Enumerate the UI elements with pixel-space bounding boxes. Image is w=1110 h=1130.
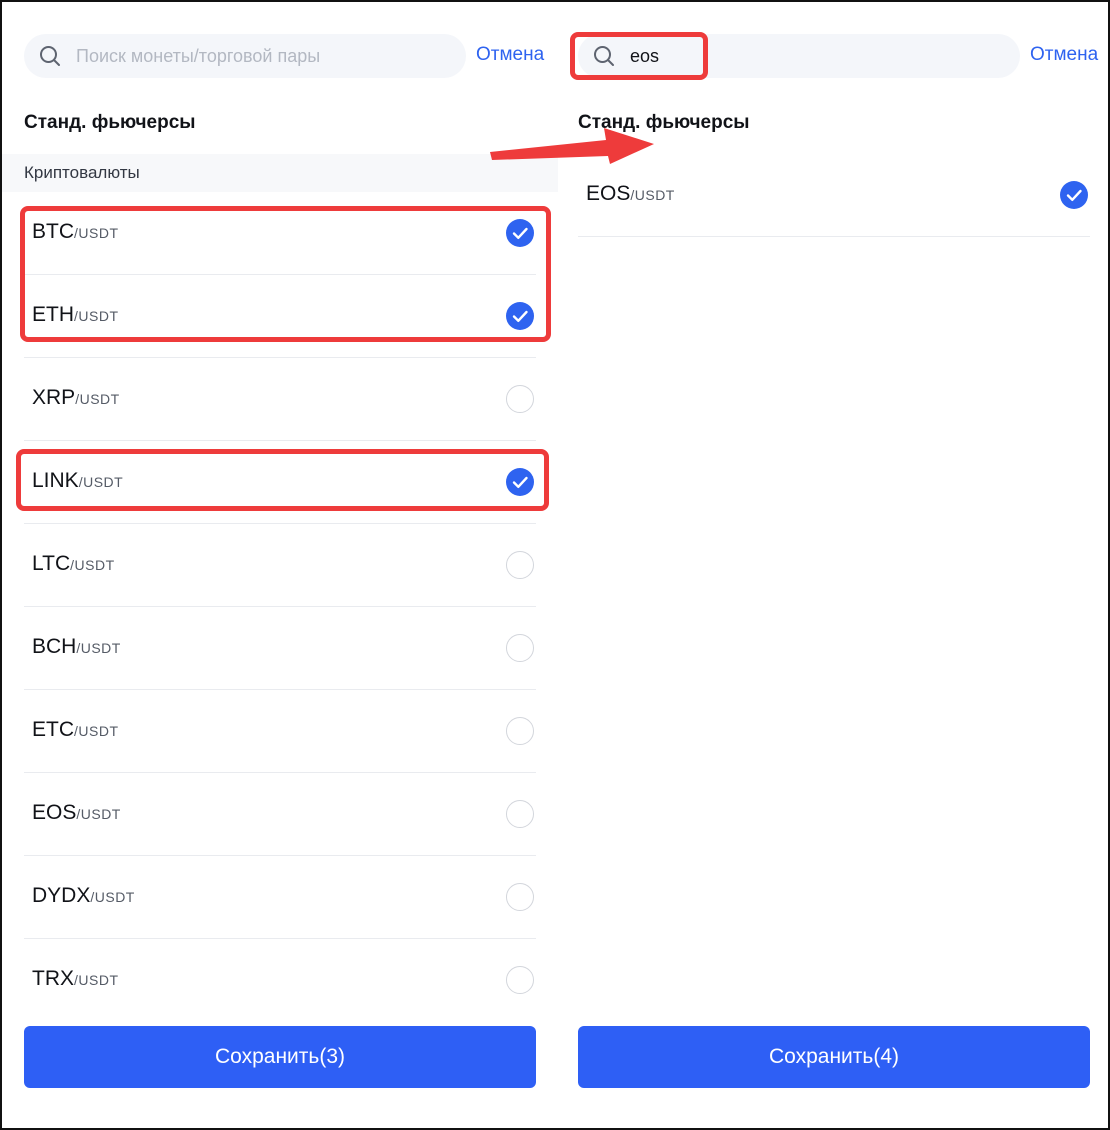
unchecked-circle-icon[interactable] xyxy=(506,800,534,828)
pair-quote: /USDT xyxy=(78,474,124,490)
pair-row-eth[interactable]: ETH/USDT xyxy=(24,275,536,358)
search-bar[interactable]: eos xyxy=(578,34,1020,78)
pair-base: XRP xyxy=(32,386,76,409)
category-header: Криптовалюты xyxy=(2,154,558,192)
unchecked-circle-icon[interactable] xyxy=(506,717,534,745)
pair-quote: /USDT xyxy=(76,806,121,822)
pair-name: LINK/USDT xyxy=(32,469,123,493)
pair-quote: /USDT xyxy=(74,225,119,241)
pair-base: TRX xyxy=(32,967,74,990)
pair-quote: /USDT xyxy=(76,640,121,656)
pair-name: LTC/USDT xyxy=(32,552,115,576)
footer: Сохранить(4) xyxy=(558,1006,1108,1128)
footer: Сохранить(3) xyxy=(2,1006,558,1128)
search-input[interactable]: eos xyxy=(630,46,659,67)
unchecked-circle-icon[interactable] xyxy=(506,883,534,911)
cancel-button[interactable]: Отмена xyxy=(1030,44,1098,66)
screenshot-frame: Поиск монеты/торговой пары Отмена Станд.… xyxy=(0,0,1110,1130)
pair-name: ETH/USDT xyxy=(32,303,119,327)
check-icon[interactable] xyxy=(506,468,534,496)
pair-row-eos[interactable]: EOS/USDT xyxy=(24,773,536,856)
unchecked-circle-icon[interactable] xyxy=(506,634,534,662)
pair-name: TRX/USDT xyxy=(32,967,119,991)
pair-quote: /USDT xyxy=(74,972,119,988)
check-icon[interactable] xyxy=(1060,181,1088,209)
pair-quote: /USDT xyxy=(74,308,119,324)
pair-name: EOS/USDT xyxy=(586,182,675,206)
left-panel: Поиск монеты/торговой пары Отмена Станд.… xyxy=(2,2,558,1128)
search-icon xyxy=(594,46,614,66)
pair-base: ETH xyxy=(32,303,74,326)
save-button[interactable]: Сохранить(4) xyxy=(578,1026,1090,1088)
save-button[interactable]: Сохранить(3) xyxy=(24,1026,536,1088)
pair-row-btc[interactable]: BTC/USDT xyxy=(24,192,536,275)
pair-row-ltc[interactable]: LTC/USDT xyxy=(24,524,536,607)
pair-row-etc[interactable]: ETC/USDT xyxy=(24,690,536,773)
pair-row-bch[interactable]: BCH/USDT xyxy=(24,607,536,690)
pair-name: EOS/USDT xyxy=(32,801,121,825)
unchecked-circle-icon[interactable] xyxy=(506,385,534,413)
pair-row-dydx[interactable]: DYDX/USDT xyxy=(24,856,536,939)
pair-list: BTC/USDT ETH/USDT XRP/USDT LINK/USDT LTC/USD… xyxy=(24,192,536,1022)
unchecked-circle-icon[interactable] xyxy=(506,966,534,994)
pair-base: EOS xyxy=(586,182,631,205)
pair-base: ETC xyxy=(32,718,74,741)
cancel-button[interactable]: Отмена xyxy=(476,44,544,66)
pair-quote: /USDT xyxy=(74,723,119,739)
pair-base: BCH xyxy=(32,635,77,658)
pair-base: LINK xyxy=(32,469,79,492)
pair-row-xrp[interactable]: XRP/USDT xyxy=(24,358,536,441)
pair-name: XRP/USDT xyxy=(32,386,120,410)
check-icon[interactable] xyxy=(506,302,534,330)
pair-name: BTC/USDT xyxy=(32,220,119,244)
unchecked-circle-icon[interactable] xyxy=(506,551,534,579)
pair-name: ETC/USDT xyxy=(32,718,119,742)
pair-base: DYDX xyxy=(32,884,91,907)
pair-base: BTC xyxy=(32,220,74,243)
right-panel: eos Отмена Станд. фьючерсы EOS/USDT Сохр… xyxy=(558,2,1108,1128)
category-label: Криптовалюты xyxy=(24,163,140,182)
arrow-right-icon xyxy=(490,128,654,164)
search-bar[interactable]: Поиск монеты/торговой пары xyxy=(24,34,466,78)
search-input[interactable]: Поиск монеты/торговой пары xyxy=(76,46,320,67)
pair-name: BCH/USDT xyxy=(32,635,121,659)
pair-quote: /USDT xyxy=(75,391,120,407)
section-title: Станд. фьючерсы xyxy=(24,112,196,133)
pair-quote: /USDT xyxy=(90,889,135,905)
pair-name: DYDX/USDT xyxy=(32,884,135,908)
pair-base: LTC xyxy=(32,552,71,575)
check-icon[interactable] xyxy=(506,219,534,247)
pair-quote: /USDT xyxy=(70,557,115,573)
search-icon xyxy=(40,46,60,66)
pair-base: EOS xyxy=(32,801,77,824)
pair-row-link[interactable]: LINK/USDT xyxy=(24,441,536,524)
pair-quote: /USDT xyxy=(630,187,675,203)
